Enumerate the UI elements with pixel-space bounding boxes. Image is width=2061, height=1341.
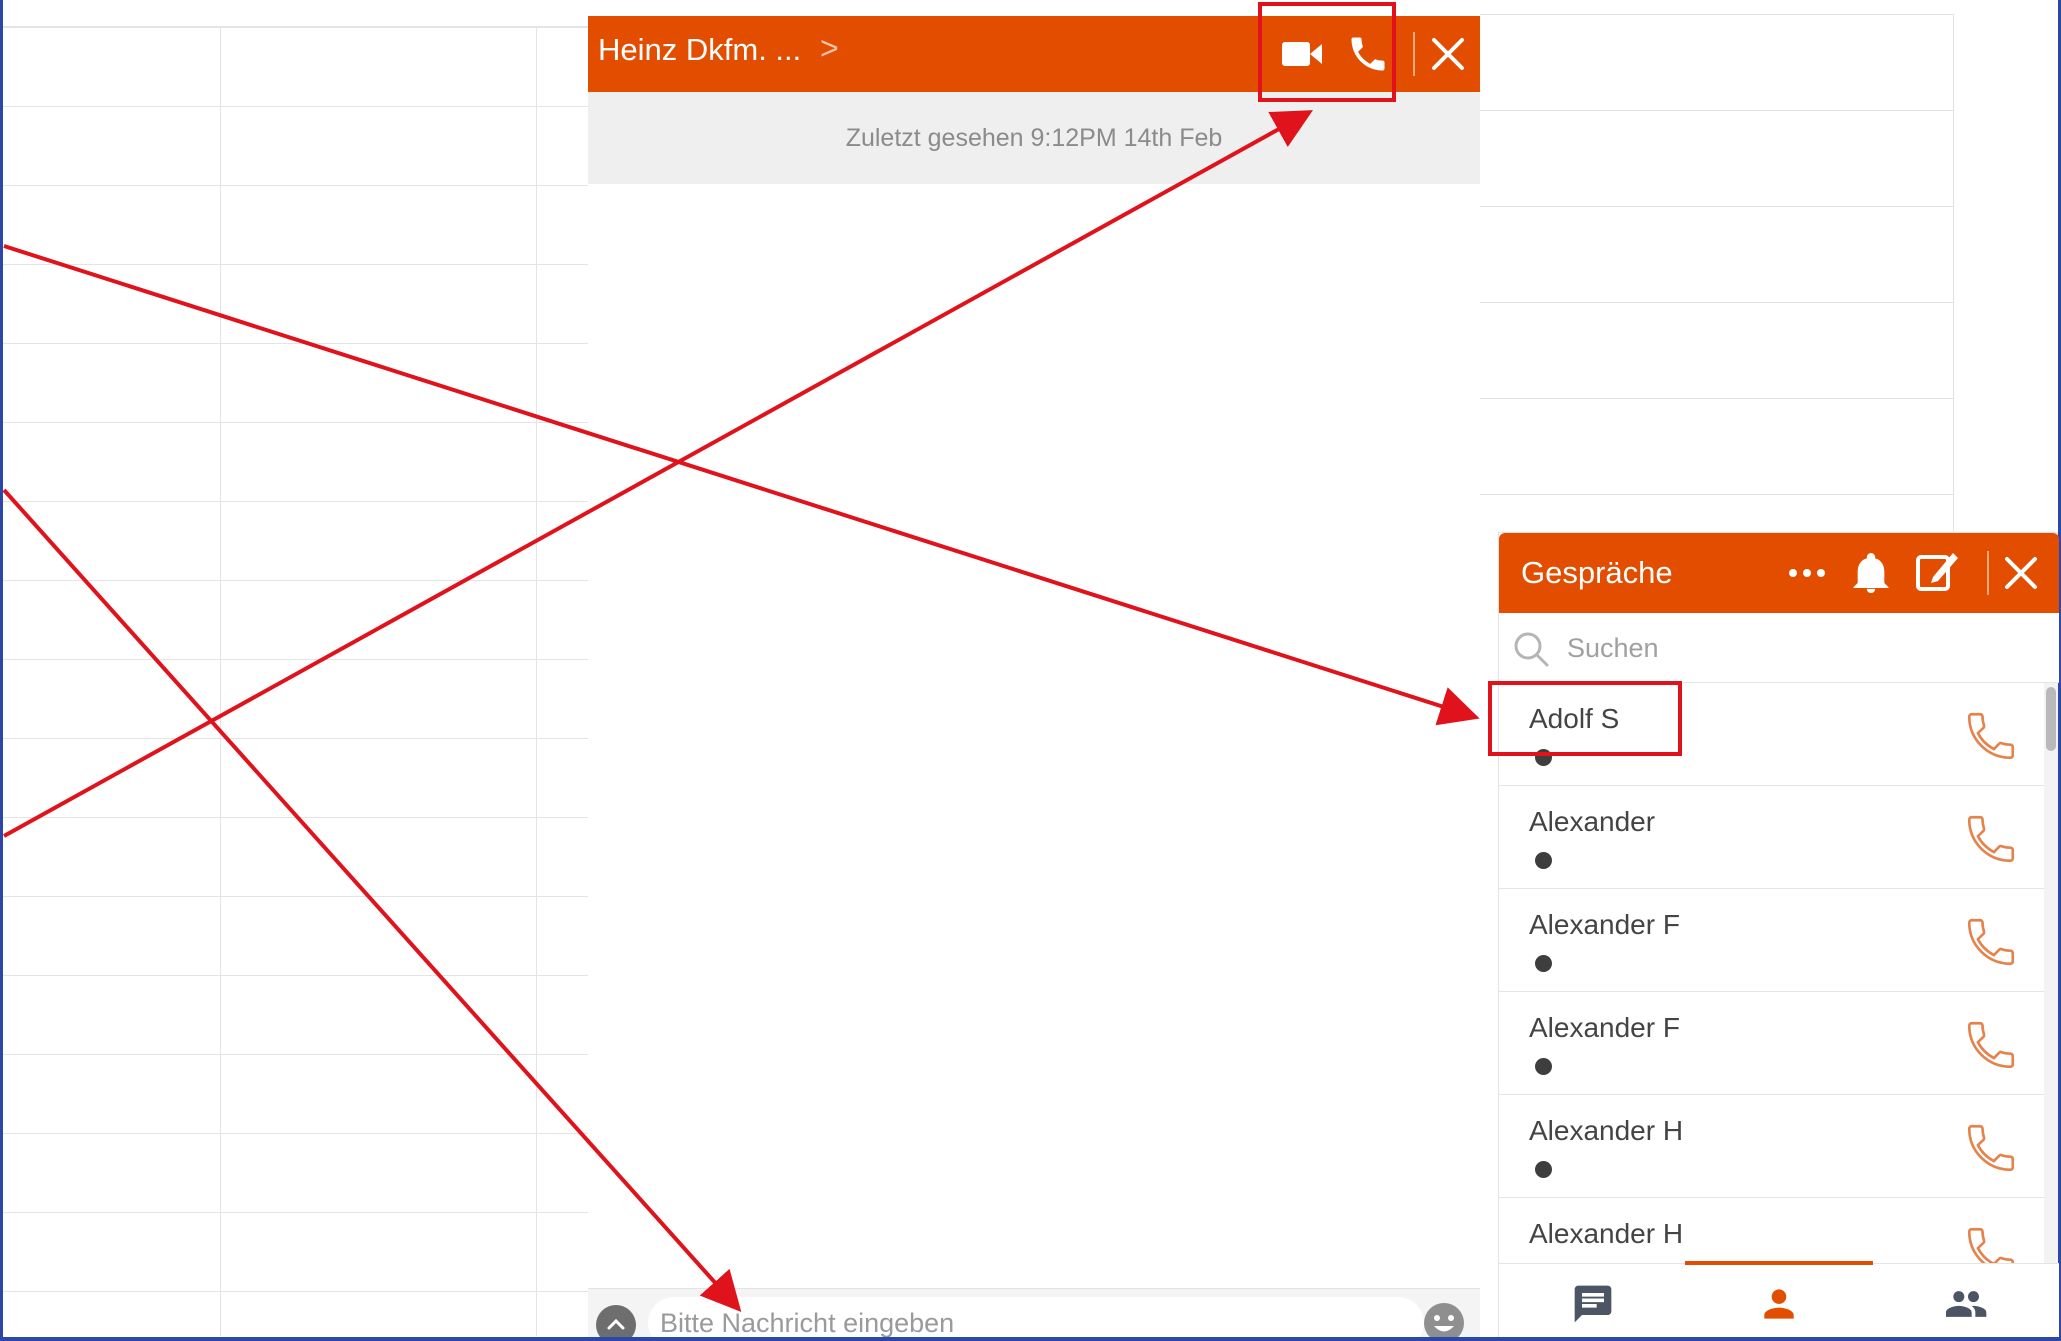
close-icon[interactable]	[2001, 553, 2041, 598]
contact-icon	[1764, 1289, 1794, 1319]
phone-icon[interactable]	[1346, 32, 1390, 81]
more-icon[interactable]	[1787, 559, 1827, 592]
list-item[interactable]: Alexander F	[1499, 889, 2044, 992]
contact-name: Alexander F	[1529, 1012, 1680, 1043]
chat-window: Heinz Dkfm. ... > Zuletzt gesehen 9:12PM…	[588, 16, 1480, 1341]
header-divider	[1413, 32, 1415, 76]
chat-icon	[1574, 1285, 1612, 1323]
phone-icon[interactable]	[1962, 913, 2020, 976]
close-icon[interactable]	[1428, 34, 1468, 79]
phone-icon[interactable]	[1962, 810, 2020, 873]
contact-name: Alexander	[1529, 806, 1656, 837]
emoji-icon[interactable]	[1422, 1301, 1466, 1341]
conversations-title: Gespräche	[1521, 555, 1673, 590]
list-item[interactable]: Alexander H	[1499, 1095, 2044, 1198]
chevron-up-icon[interactable]	[596, 1305, 636, 1341]
last-seen-status: Zuletzt gesehen 9:12PM 14th Feb	[588, 92, 1480, 184]
status-dot	[1535, 749, 1552, 766]
chat-title[interactable]: Heinz Dkfm. ...	[598, 32, 801, 68]
chat-composer	[588, 1288, 1480, 1341]
conversations-header: Gespräche	[1499, 533, 2059, 613]
list-item[interactable]: Adolf S	[1499, 683, 2044, 786]
search-bar	[1499, 613, 2059, 683]
bottom-tab-bar	[1499, 1261, 2059, 1341]
list-item[interactable]: Alexander H	[1499, 1198, 2044, 1263]
spreadsheet-column-line	[220, 26, 221, 1336]
video-camera-icon[interactable]	[1280, 36, 1324, 77]
contact-list: Adolf S Alexander Alexander F Alexander …	[1499, 683, 2044, 1263]
scrollbar-thumb[interactable]	[2046, 687, 2056, 751]
status-dot	[1535, 1058, 1552, 1075]
status-dot	[1535, 852, 1552, 869]
compose-icon[interactable]	[1913, 547, 1961, 600]
list-item[interactable]: Alexander	[1499, 786, 2044, 889]
tab-contacts[interactable]	[1685, 1264, 1871, 1341]
list-item[interactable]: Alexander F	[1499, 992, 2044, 1095]
contact-name: Alexander H	[1529, 1218, 1684, 1249]
search-icon	[1511, 629, 1551, 674]
conversations-panel: Gespräche Adolf S Alexander	[1498, 532, 2059, 1341]
contact-name: Alexander H	[1529, 1115, 1684, 1146]
tab-groups[interactable]	[1871, 1264, 2057, 1341]
chevron-right-icon[interactable]: >	[820, 30, 839, 67]
group-icon	[1946, 1291, 1987, 1317]
tab-chats[interactable]	[1499, 1264, 1685, 1341]
contact-name: Alexander F	[1529, 909, 1680, 940]
phone-icon[interactable]	[1962, 707, 2020, 770]
search-input[interactable]	[1567, 627, 2007, 669]
phone-icon[interactable]	[1962, 1016, 2020, 1079]
phone-icon[interactable]	[1962, 1119, 2020, 1182]
status-dot	[1535, 955, 1552, 972]
header-divider	[1987, 551, 1989, 595]
contact-name: Adolf S	[1529, 703, 1620, 734]
status-dot	[1535, 1161, 1552, 1178]
message-input[interactable]	[648, 1297, 1424, 1341]
window-frame-bottom	[0, 1337, 2061, 1341]
spreadsheet-background	[3, 26, 588, 1336]
background-panel	[1480, 14, 1954, 534]
scrollbar[interactable]	[2044, 683, 2058, 1263]
chat-header: Heinz Dkfm. ... >	[588, 16, 1480, 92]
bell-icon[interactable]	[1851, 551, 1891, 600]
spreadsheet-column-line	[536, 26, 537, 1336]
phone-icon[interactable]	[1962, 1222, 2020, 1263]
